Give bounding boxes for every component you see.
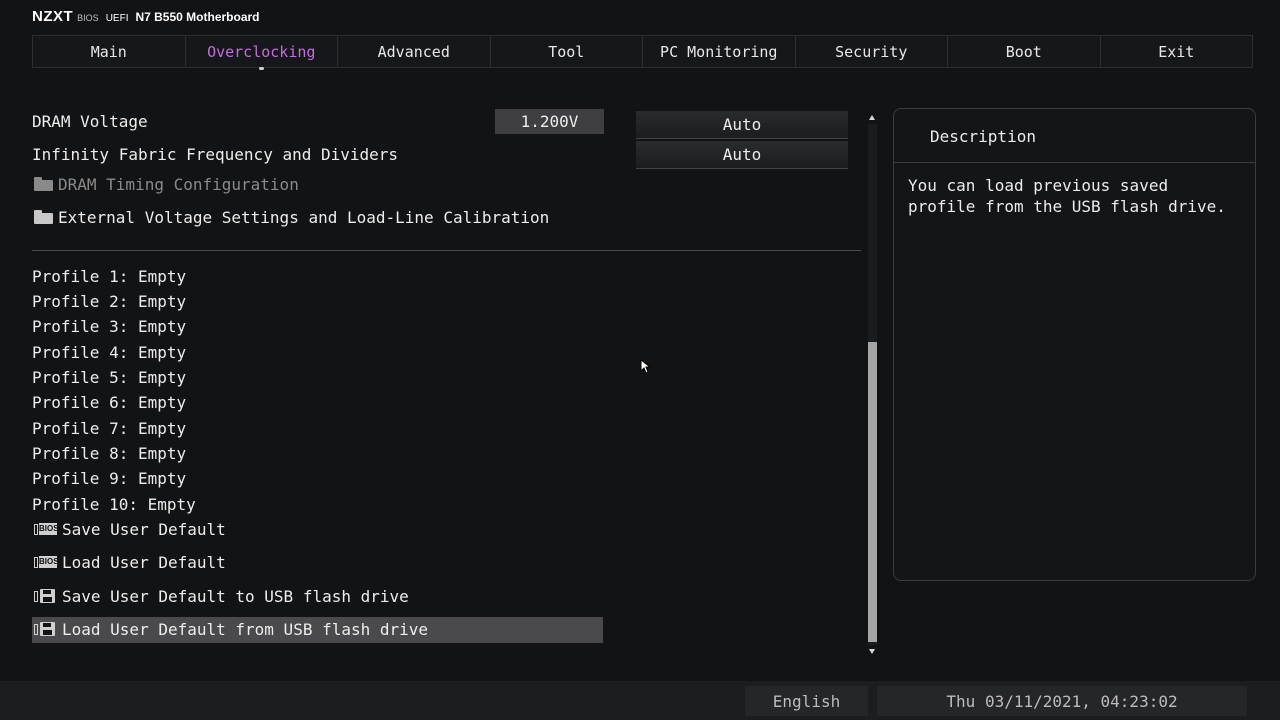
load-user-default-usb[interactable]: Load User Default from USB flash drive [32, 620, 428, 639]
infinity-fabric-option[interactable]: Auto [636, 141, 848, 169]
scroll-down-arrow-icon[interactable] [869, 649, 875, 654]
dram-voltage-value: 1.200V [495, 109, 604, 134]
tab-main[interactable]: Main [33, 36, 186, 67]
load-user-default-usb-label: Load User Default from USB flash drive [62, 620, 429, 639]
profile-item[interactable]: Profile 8: Empty [32, 444, 186, 463]
uefi-label: UEFI [105, 13, 129, 24]
dram-voltage-label[interactable]: DRAM Voltage [32, 112, 148, 131]
profile-item[interactable]: Profile 4: Empty [32, 343, 186, 362]
description-title: Description [894, 109, 1255, 163]
description-text: You can load previous saved profile from… [908, 176, 1226, 216]
scroll-up-arrow-icon[interactable] [869, 115, 875, 120]
profile-item[interactable]: Profile 10: Empty [32, 495, 196, 514]
tab-pc-monitoring[interactable]: PC Monitoring [643, 36, 796, 67]
folder-icon [32, 210, 54, 225]
profile-item[interactable]: Profile 3: Empty [32, 317, 186, 336]
load-user-default[interactable]: BIOS Load User Default [32, 553, 226, 572]
main-tab-bar: Main Overclocking Advanced Tool PC Monit… [32, 35, 1253, 70]
tab-boot[interactable]: Boot [948, 36, 1101, 67]
tab-overclocking[interactable]: Overclocking [186, 36, 338, 70]
profile-item[interactable]: Profile 5: Empty [32, 368, 186, 387]
tab-advanced[interactable]: Advanced [338, 36, 491, 67]
scroll-thumb[interactable] [868, 342, 877, 642]
section-divider [32, 250, 861, 251]
tab-security[interactable]: Security [796, 36, 948, 67]
tab-tool[interactable]: Tool [491, 36, 643, 67]
dram-timing-submenu[interactable]: DRAM Timing Configuration [32, 175, 299, 194]
save-user-default-usb[interactable]: Save User Default to USB flash drive [32, 587, 409, 606]
system-clock[interactable]: Thu 03/11/2021, 04:23:02 [877, 686, 1247, 716]
dram-timing-label: DRAM Timing Configuration [58, 175, 299, 194]
save-user-default[interactable]: BIOS Save User Default [32, 520, 226, 539]
profile-item[interactable]: Profile 2: Empty [32, 292, 186, 311]
floppy-disk-icon [32, 622, 58, 636]
profile-item[interactable]: Profile 1: Empty [32, 267, 186, 286]
load-user-default-label: Load User Default [62, 553, 226, 572]
dram-voltage-option[interactable]: Auto [636, 111, 848, 139]
bios-label: BIOS [77, 13, 99, 23]
infinity-fabric-label[interactable]: Infinity Fabric Frequency and Dividers [32, 145, 398, 164]
brand-logo: NZXT BIOS UEFI N7 B550 Motherboard [32, 8, 260, 28]
brand-name: NZXT [32, 8, 74, 25]
profile-item[interactable]: Profile 6: Empty [32, 393, 186, 412]
external-voltage-submenu[interactable]: External Voltage Settings and Load-Line … [32, 208, 549, 227]
bios-chip-icon: BIOS [32, 522, 59, 536]
external-voltage-label: External Voltage Settings and Load-Line … [58, 208, 550, 227]
tab-exit[interactable]: Exit [1101, 36, 1253, 67]
save-user-default-usb-label: Save User Default to USB flash drive [62, 587, 409, 606]
save-user-default-label: Save User Default [62, 520, 226, 539]
description-panel: Description You can load previous saved … [893, 108, 1256, 581]
floppy-disk-icon [32, 589, 58, 603]
folder-icon [32, 177, 54, 192]
profile-item[interactable]: Profile 7: Empty [32, 419, 186, 438]
profile-item[interactable]: Profile 9: Empty [32, 469, 186, 488]
bios-chip-icon: BIOS [32, 555, 59, 569]
motherboard-model: N7 B550 Motherboard [135, 10, 260, 24]
language-selector[interactable]: English [745, 686, 868, 716]
mouse-cursor-icon [640, 359, 650, 374]
